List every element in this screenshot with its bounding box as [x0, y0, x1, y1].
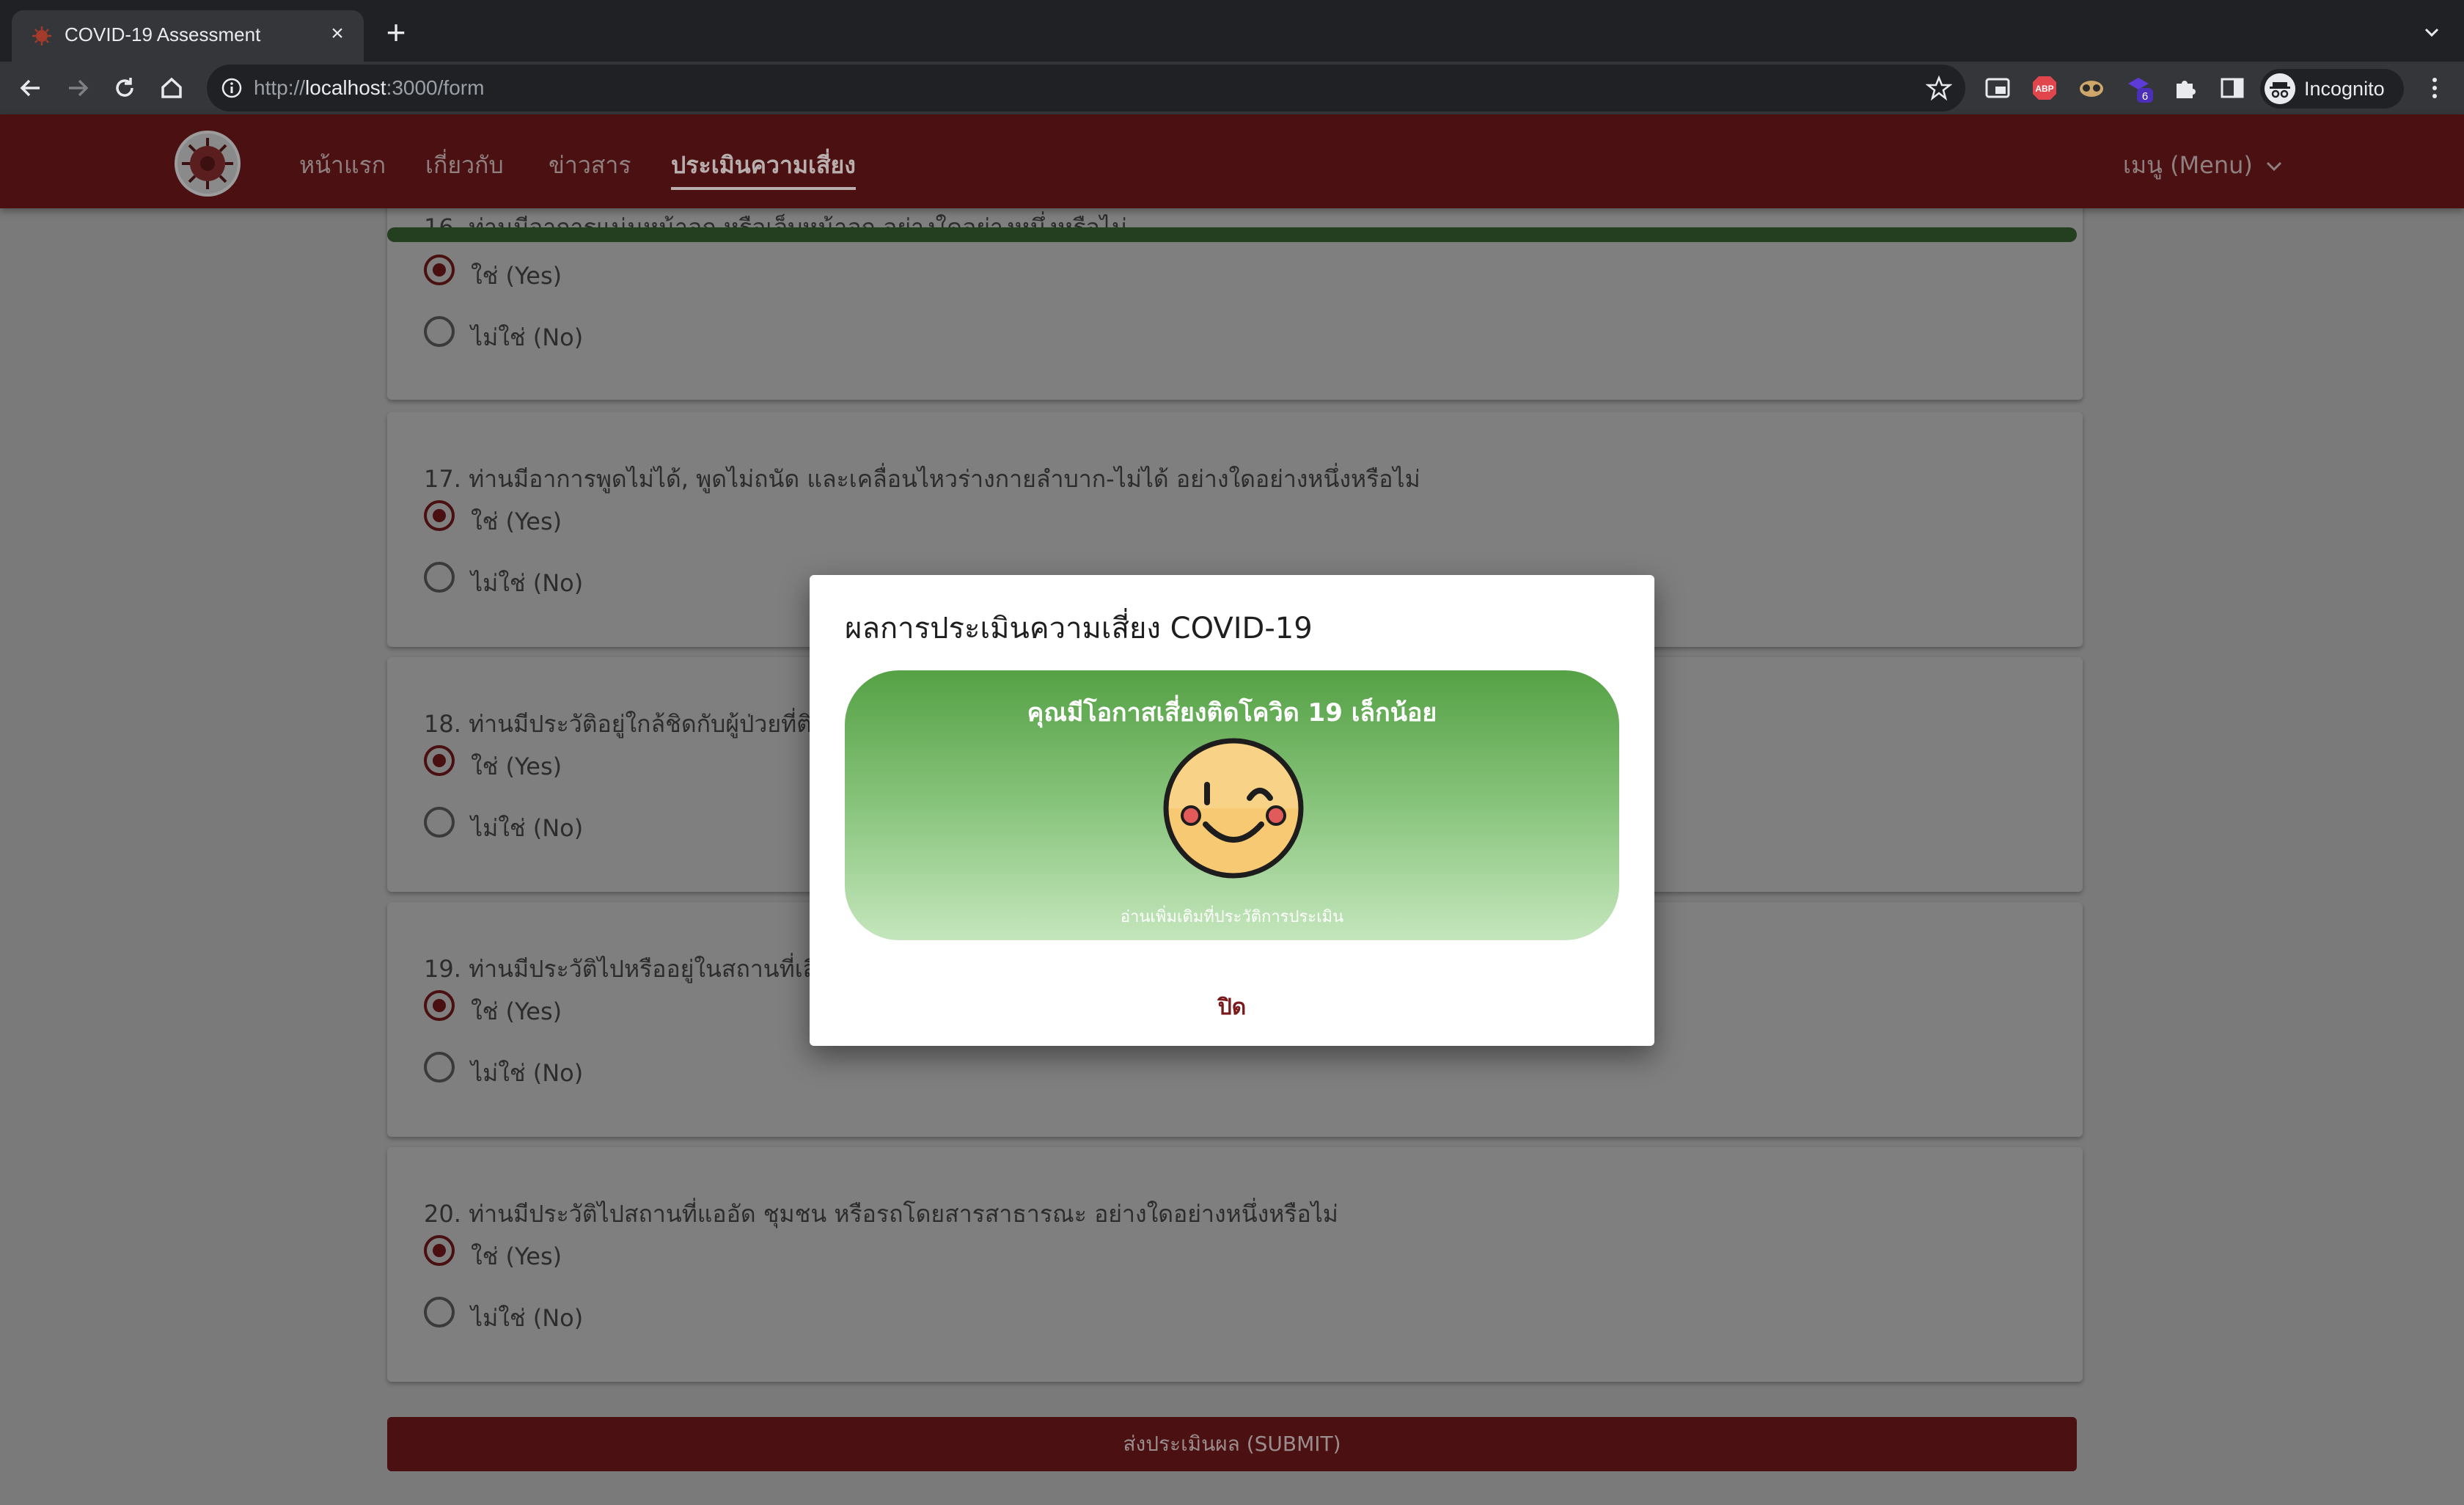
radio-no[interactable] — [424, 562, 455, 593]
close-button[interactable]: ปิด — [1188, 990, 1276, 1025]
tab-search-chevron-icon[interactable] — [2420, 21, 2443, 44]
browser-tab[interactable]: COVID-19 Assessment × — [12, 10, 364, 62]
tab-close-icon[interactable]: × — [324, 21, 351, 47]
nav-link-about[interactable]: เกี่ยวกับ — [425, 147, 504, 184]
question-text: 17. ท่านมีอาการพูดไม่ได้, พูดไม่ถนัด และ… — [424, 465, 1420, 493]
forward-arrow-icon[interactable] — [63, 73, 92, 103]
option-no-label: ไม่ใช่ (No) — [471, 814, 584, 842]
badge-extension-icon[interactable]: 6 — [2124, 73, 2153, 103]
radio-yes-selected[interactable] — [424, 1235, 455, 1266]
progress-bar — [387, 227, 2077, 242]
back-arrow-icon[interactable] — [16, 73, 45, 103]
chevron-down-icon — [2267, 161, 2282, 172]
svg-text:6: 6 — [2142, 90, 2148, 103]
result-card: คุณมีโอกาสเสี่ยงติดโควิด 19 เล็กน้อย อ่า… — [845, 670, 1619, 940]
radio-no[interactable] — [424, 807, 455, 838]
option-yes-label: ใช่ (Yes) — [471, 1242, 562, 1270]
radio-no[interactable] — [424, 1297, 455, 1328]
reload-icon[interactable] — [110, 73, 139, 103]
option-yes-label: ใช่ (Yes) — [471, 752, 562, 780]
mask-extension-icon[interactable] — [2077, 73, 2106, 103]
option-no-label: ไม่ใช่ (No) — [471, 569, 584, 597]
brand-logo[interactable] — [175, 131, 241, 197]
question-text: 19. ท่านมีประวัติไปหรืออยู่ในสถานที่เสี่… — [424, 955, 831, 983]
adblock-extension-icon[interactable]: ABP — [2030, 73, 2059, 103]
winking-smiley-icon — [1163, 738, 1304, 879]
radio-yes-selected[interactable] — [424, 255, 455, 285]
site-info-icon[interactable] — [220, 76, 243, 100]
nav-link-assessment[interactable]: ประเมินความเสี่ยง — [671, 147, 856, 190]
radio-yes-selected[interactable] — [424, 745, 455, 776]
tab-title: COVID-19 Assessment — [65, 23, 261, 45]
radio-no[interactable] — [424, 316, 455, 347]
question-card-20: 20. ท่านมีประวัติไปสถานที่แออัด ชุมชน หร… — [387, 1147, 2083, 1382]
address-bar[interactable]: http://localhost:3000/form — [207, 65, 1965, 111]
side-panel-icon[interactable] — [2218, 73, 2247, 103]
radio-no[interactable] — [424, 1052, 455, 1083]
svg-text:ABP: ABP — [2035, 84, 2053, 94]
extensions-puzzle-icon[interactable] — [2171, 73, 2200, 103]
result-modal: ผลการประเมินความเสี่ยง COVID-19 คุณมีโอก… — [810, 575, 1654, 1046]
question-text: 20. ท่านมีประวัติไปสถานที่แออัด ชุมชน หร… — [424, 1200, 1338, 1228]
option-no-label: ไม่ใช่ (No) — [471, 1059, 584, 1087]
menu-label: เมนู (Menu) — [2123, 151, 2253, 179]
home-icon[interactable] — [157, 73, 186, 103]
nav-link-news[interactable]: ข่าวสาร — [549, 147, 631, 184]
app-navbar: หน้าแรก เกี่ยวกับ ข่าวสาร ประเมินความเสี… — [0, 114, 2464, 208]
virus-logo-icon — [182, 138, 233, 189]
url-text[interactable]: http://localhost:3000/form — [254, 76, 484, 100]
new-tab-button[interactable]: + — [381, 15, 411, 49]
option-yes-label: ใช่ (Yes) — [471, 262, 562, 290]
incognito-label: Incognito — [2304, 78, 2385, 100]
picture-in-picture-icon[interactable] — [1983, 73, 2012, 103]
question-text: 18. ท่านมีประวัติอยู่ใกล้ชิดกับผู้ป่วยที… — [424, 710, 827, 738]
option-no-label: ไม่ใช่ (No) — [471, 1304, 584, 1332]
bookmark-star-icon[interactable] — [1926, 75, 1952, 101]
read-more-link[interactable]: อ่านเพิ่มเติมที่ประวัติการประเมิน — [845, 904, 1619, 929]
virus-icon — [32, 26, 51, 45]
option-no-label: ไม่ใช่ (No) — [471, 323, 584, 351]
incognito-profile-button[interactable]: Incognito — [2260, 69, 2404, 109]
incognito-icon — [2265, 73, 2295, 104]
radio-yes-selected[interactable] — [424, 500, 455, 531]
option-yes-label: ใช่ (Yes) — [471, 997, 562, 1025]
submit-button[interactable]: ส่งประเมินผล (SUBMIT) — [387, 1417, 2077, 1471]
browser-tabstrip: COVID-19 Assessment × + — [0, 0, 2464, 62]
radio-yes-selected[interactable] — [424, 990, 455, 1021]
option-yes-label: ใช่ (Yes) — [471, 508, 562, 535]
menu-dropdown[interactable]: เมนู (Menu) — [2123, 147, 2284, 184]
result-message: คุณมีโอกาสเสี่ยงติดโควิด 19 เล็กน้อย — [1027, 698, 1437, 728]
nav-link-home[interactable]: หน้าแรก — [299, 147, 386, 184]
modal-title: ผลการประเมินความเสี่ยง COVID-19 — [845, 612, 1313, 645]
browser-menu-kebab-icon[interactable] — [2420, 73, 2449, 103]
